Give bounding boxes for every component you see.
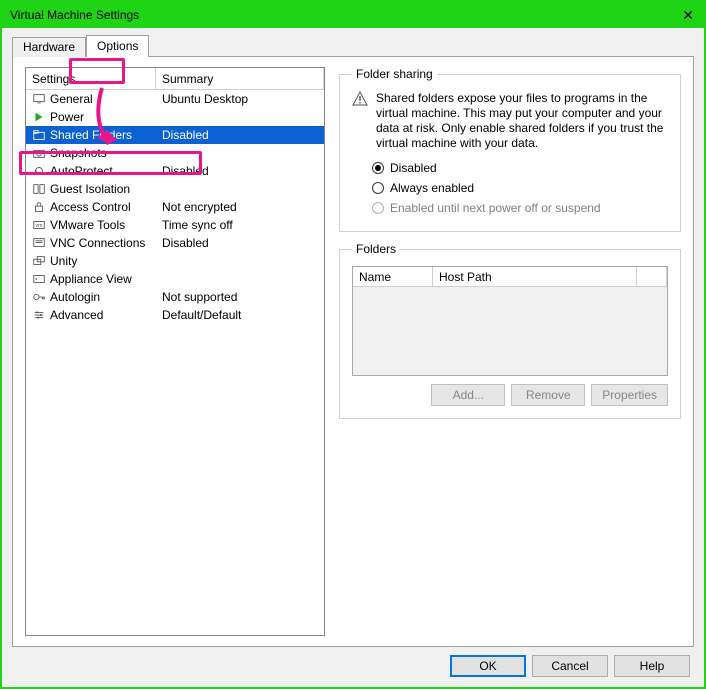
item-summary: Disabled <box>156 164 324 178</box>
svg-text:vm: vm <box>36 223 44 229</box>
shared-folder-icon <box>32 128 46 142</box>
key-icon <box>32 290 46 304</box>
radio-icon <box>372 182 384 194</box>
tab-strip: Hardware Options <box>12 35 694 57</box>
item-summary: Ubuntu Desktop <box>156 92 324 106</box>
radio-icon <box>372 202 384 214</box>
properties-button: Properties <box>591 384 668 406</box>
col-header-settings[interactable]: Settings <box>26 68 156 89</box>
appliance-icon <box>32 272 46 286</box>
folders-legend: Folders <box>352 242 400 256</box>
folders-table[interactable]: Name Host Path <box>352 266 668 376</box>
list-item-guest-isolation[interactable]: Guest Isolation <box>26 180 324 198</box>
list-item-autologin[interactable]: Autologin Not supported <box>26 288 324 306</box>
list-item-power[interactable]: Power <box>26 108 324 126</box>
item-summary: Time sync off <box>156 218 324 232</box>
folder-sharing-group: Folder sharing Shared folders expose you… <box>339 67 681 232</box>
list-item-general[interactable]: General Ubuntu Desktop <box>26 90 324 108</box>
list-item-advanced[interactable]: Advanced Default/Default <box>26 306 324 324</box>
folder-sharing-legend: Folder sharing <box>352 67 437 81</box>
col-header-summary[interactable]: Summary <box>156 68 324 89</box>
folders-group: Folders Name Host Path Add... Remove Pro… <box>339 242 681 419</box>
item-label: Guest Isolation <box>50 182 130 196</box>
item-label: VMware Tools <box>50 218 125 232</box>
radio-disabled[interactable]: Disabled <box>372 159 668 177</box>
monitor-icon <box>32 92 46 106</box>
warning-icon <box>352 91 368 107</box>
item-summary: Default/Default <box>156 308 324 322</box>
item-label: VNC Connections <box>50 236 145 250</box>
camera-icon <box>32 146 46 160</box>
list-item-access-control[interactable]: Access Control Not encrypted <box>26 198 324 216</box>
list-header: Settings Summary <box>26 68 324 90</box>
radio-label: Disabled <box>390 161 437 175</box>
remove-button: Remove <box>511 384 585 406</box>
list-item-autoprotect[interactable]: AutoProtect Disabled <box>26 162 324 180</box>
help-button[interactable]: Help <box>614 655 690 677</box>
refresh-icon <box>32 164 46 178</box>
radio-label: Always enabled <box>390 181 474 195</box>
cancel-button[interactable]: Cancel <box>532 655 608 677</box>
list-item-snapshots[interactable]: Snapshots <box>26 144 324 162</box>
item-summary: Not supported <box>156 290 324 304</box>
dialog-footer: OK Cancel Help <box>12 647 694 677</box>
item-label: General <box>50 92 93 106</box>
item-label: Unity <box>50 254 77 268</box>
item-label: Advanced <box>50 308 103 322</box>
item-label: Power <box>50 110 84 124</box>
add-button: Add... <box>431 384 505 406</box>
list-item-shared-folders[interactable]: Shared Folders Disabled <box>26 126 324 144</box>
item-label: Appliance View <box>50 272 132 286</box>
radio-label: Enabled until next power off or suspend <box>390 201 601 215</box>
item-summary: Disabled <box>156 236 324 250</box>
sliders-icon <box>32 308 46 322</box>
col-header-name[interactable]: Name <box>353 267 433 286</box>
radio-until-poweroff: Enabled until next power off or suspend <box>372 199 668 217</box>
list-item-vmware-tools[interactable]: vm VMware Tools Time sync off <box>26 216 324 234</box>
unity-icon <box>32 254 46 268</box>
lock-icon <box>32 200 46 214</box>
list-item-appliance-view[interactable]: Appliance View <box>26 270 324 288</box>
radio-always[interactable]: Always enabled <box>372 179 668 197</box>
item-label: Snapshots <box>50 146 107 160</box>
item-summary: Disabled <box>156 128 324 142</box>
ok-button[interactable]: OK <box>450 655 526 677</box>
list-item-vnc[interactable]: VNC Connections Disabled <box>26 234 324 252</box>
titlebar: Virtual Machine Settings ✕ <box>2 2 704 28</box>
tab-hardware[interactable]: Hardware <box>12 37 86 57</box>
item-summary: Not encrypted <box>156 200 324 214</box>
warning-text: Shared folders expose your files to prog… <box>376 91 668 151</box>
close-icon[interactable]: ✕ <box>682 7 694 24</box>
window-title: Virtual Machine Settings <box>10 8 139 22</box>
col-header-spacer <box>637 267 667 286</box>
vnc-icon <box>32 236 46 250</box>
item-label: Shared Folders <box>50 128 132 142</box>
item-label: Access Control <box>50 200 131 214</box>
radio-icon <box>372 162 384 174</box>
settings-list[interactable]: Settings Summary General Ubuntu Desktop … <box>25 67 325 636</box>
tab-options[interactable]: Options <box>86 35 149 57</box>
list-item-unity[interactable]: Unity <box>26 252 324 270</box>
play-icon <box>32 110 46 124</box>
tab-page-options: Settings Summary General Ubuntu Desktop … <box>12 56 694 647</box>
col-header-hostpath[interactable]: Host Path <box>433 267 637 286</box>
vm-icon: vm <box>32 218 46 232</box>
item-label: AutoProtect <box>50 164 113 178</box>
item-label: Autologin <box>50 290 100 304</box>
isolation-icon <box>32 182 46 196</box>
